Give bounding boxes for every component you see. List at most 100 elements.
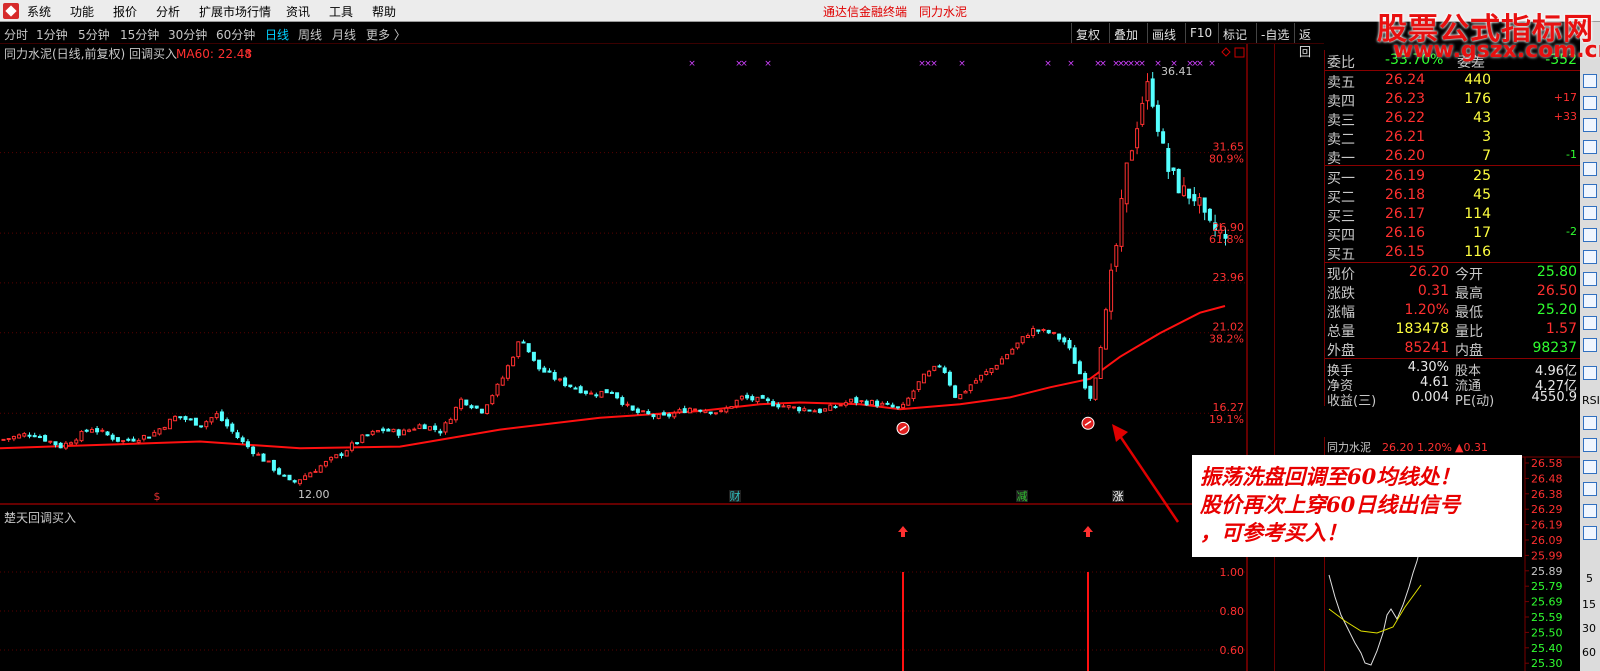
bid-level-row[interactable]: 买四 26.16 17 -2 xyxy=(1325,224,1581,244)
period-tab-1min[interactable]: 1分钟 xyxy=(36,26,68,43)
indicator-tick-label: 0.60 xyxy=(1220,644,1245,657)
menu-system[interactable]: 系统 xyxy=(27,3,51,20)
candle-icon[interactable] xyxy=(1583,250,1597,264)
period-tab-30min[interactable]: 30分钟 xyxy=(168,26,207,43)
adjust-button[interactable]: 复权 xyxy=(1071,23,1104,43)
remove-watchlist-button[interactable]: -自选 xyxy=(1256,23,1293,43)
candle-body xyxy=(1161,131,1166,144)
f10-button[interactable]: F10 xyxy=(1185,23,1216,43)
candle-body xyxy=(635,408,640,413)
chart-maximize-icon[interactable] xyxy=(1234,47,1245,58)
candle-body xyxy=(563,377,568,387)
period-tab-monthly[interactable]: 月线 xyxy=(332,26,356,43)
candle-body xyxy=(921,373,926,384)
candle-body xyxy=(1,438,6,441)
ask-level-row[interactable]: 卖四 26.23 176 +17 xyxy=(1325,90,1581,110)
period-tab-daily[interactable]: 日线 xyxy=(265,26,289,43)
candle-body xyxy=(95,428,100,433)
circle-icon[interactable] xyxy=(1583,338,1597,352)
ask-level-row[interactable]: 卖一 26.20 7 -1 xyxy=(1325,147,1581,167)
candle-body xyxy=(1145,81,1150,102)
period-tab-15min[interactable]: 15分钟 xyxy=(120,26,159,43)
menu-extended-market[interactable]: 扩展市场行情 xyxy=(199,3,271,20)
period-15-button[interactable]: 15 xyxy=(1582,598,1596,611)
event-mark-label[interactable]: 涨 xyxy=(1113,490,1124,503)
grid-icon[interactable] xyxy=(1583,140,1597,154)
rsi-button[interactable]: RSI xyxy=(1582,394,1600,407)
kline-chart-area[interactable]: × × × × × × × × × × × × × × × × × × × × × × × × $ 财减涨 31.65 80.9% 2… xyxy=(0,44,1276,671)
back-button[interactable]: 返回 xyxy=(1294,23,1324,59)
down-arrow-icon[interactable] xyxy=(1583,96,1597,110)
dollar-icon[interactable] xyxy=(1583,416,1597,430)
ask-level-row[interactable]: 卖五 26.24 440 xyxy=(1325,71,1581,91)
stat-value: 98237 xyxy=(1532,340,1577,356)
candle-body xyxy=(807,409,812,412)
f2-icon[interactable] xyxy=(1583,294,1597,308)
bid-volume: 17 xyxy=(1473,225,1491,241)
candle-body xyxy=(979,374,984,381)
price-pct-label: 80.9% xyxy=(1209,153,1244,166)
event-mark-label[interactable]: 减 xyxy=(1017,490,1028,503)
compare-icon[interactable] xyxy=(1583,272,1597,286)
candle-body xyxy=(173,415,178,422)
ask-volume: 176 xyxy=(1464,91,1491,107)
period-60-button[interactable]: 60 xyxy=(1582,646,1596,659)
kline-chart-svg[interactable]: × ×× × ××× × × × ×× ×××××× × × ××× ×$ 财减涨 31.6580.9%2… xyxy=(0,44,1276,671)
candle-body xyxy=(495,383,500,396)
candle-body xyxy=(126,438,131,441)
mini-chart-tick-label: 26.48 xyxy=(1531,472,1563,485)
draw-line-button[interactable]: 画线 xyxy=(1147,23,1180,43)
bid-level-row[interactable]: 买三 26.17 114 xyxy=(1325,205,1581,225)
settings-icon[interactable] xyxy=(1583,438,1597,452)
candle-body xyxy=(453,406,458,421)
bid-level-row[interactable]: 买二 26.18 45 xyxy=(1325,186,1581,206)
menu-tools[interactable]: 工具 xyxy=(329,3,353,20)
period-tab-5min[interactable]: 5分钟 xyxy=(78,26,110,43)
period-tab-more[interactable]: 更多 〉 xyxy=(366,26,406,43)
overlay-button[interactable]: 叠加 xyxy=(1109,23,1142,43)
event-mark-label[interactable]: 财 xyxy=(730,489,741,503)
event-mark-label[interactable]: $ xyxy=(154,490,161,503)
chart-diamond-icon[interactable] xyxy=(1221,47,1231,57)
candle-body xyxy=(287,474,292,481)
bid-level-row[interactable]: 买五 26.15 116 xyxy=(1325,243,1581,263)
period-30-button[interactable]: 30 xyxy=(1582,622,1596,635)
stat-value: 25.20 xyxy=(1536,302,1577,318)
period-tab-60min[interactable]: 60分钟 xyxy=(216,26,255,43)
table-icon[interactable] xyxy=(1583,206,1597,220)
menu-help[interactable]: 帮助 xyxy=(372,3,396,20)
indicator-icon[interactable] xyxy=(1583,366,1597,380)
f10-icon[interactable] xyxy=(1583,228,1597,242)
up-arrow-icon[interactable] xyxy=(1583,74,1597,88)
mini-chart-tick-label: 25.99 xyxy=(1531,549,1563,562)
period-5-button[interactable]: 5 xyxy=(1586,572,1593,585)
candle-body xyxy=(599,390,604,398)
crosshair-icon[interactable] xyxy=(1583,460,1597,474)
candle-body xyxy=(578,386,583,394)
layout-icon[interactable] xyxy=(1583,526,1597,540)
candle-body xyxy=(313,470,318,473)
menu-quote[interactable]: 报价 xyxy=(113,3,137,20)
ask-volume: 43 xyxy=(1473,110,1491,126)
window-icon[interactable] xyxy=(1583,504,1597,518)
period-tab-timeshare[interactable]: 分时 xyxy=(4,26,28,43)
menu-function[interactable]: 功能 xyxy=(70,3,94,20)
candle-body xyxy=(786,405,791,408)
period-tab-weekly[interactable]: 周线 xyxy=(298,26,322,43)
bar-chart-icon[interactable] xyxy=(1583,184,1597,198)
kline-icon[interactable] xyxy=(1583,118,1597,132)
ask-level-row[interactable]: 卖二 26.21 3 xyxy=(1325,128,1581,148)
stat-label: 涨幅 xyxy=(1327,305,1355,321)
f3-icon[interactable] xyxy=(1583,316,1597,330)
trend-icon[interactable] xyxy=(1583,162,1597,176)
window-title-stock: 同力水泥 xyxy=(919,5,968,19)
menu-analysis[interactable]: 分析 xyxy=(156,3,180,20)
candle-body xyxy=(1051,331,1056,334)
candle-body xyxy=(183,416,188,420)
mark-button[interactable]: 标记 xyxy=(1218,23,1251,43)
bid-level-row[interactable]: 买一 26.19 25 xyxy=(1325,167,1581,187)
refresh-icon[interactable] xyxy=(1583,482,1597,496)
candle-body xyxy=(292,480,297,483)
menu-news[interactable]: 资讯 xyxy=(286,3,310,20)
ask-level-row[interactable]: 卖三 26.22 43 +33 xyxy=(1325,109,1581,129)
